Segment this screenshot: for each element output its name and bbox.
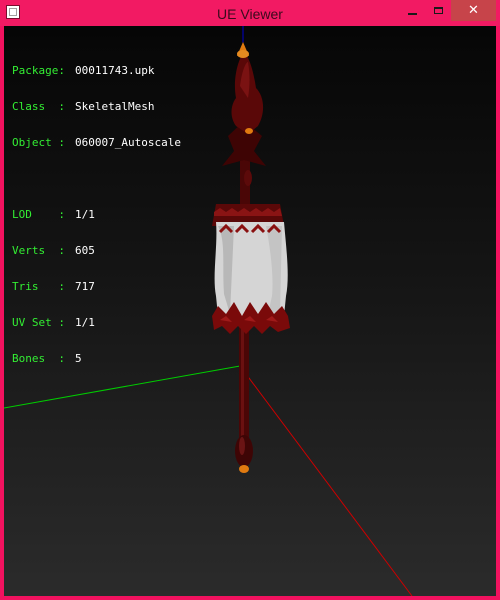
minimize-button[interactable] (399, 0, 425, 21)
info-row-tris: Tris : 717 (12, 281, 181, 293)
minimize-icon (407, 12, 417, 15)
mesh-model (212, 42, 290, 473)
mesh-info-overlay: Package: 00011743.upk Class : SkeletalMesh… (12, 41, 181, 389)
info-row-bones: Bones : 5 (12, 353, 181, 365)
info-row-class: Class : SkeletalMesh (12, 101, 181, 113)
info-label: LOD : (12, 208, 65, 221)
mesh-bottom-tip (239, 465, 249, 473)
info-row-verts: Verts : 605 (12, 245, 181, 257)
info-row-lod: LOD : 1/1 (12, 209, 181, 221)
axis-y-line (239, 365, 413, 596)
close-button[interactable]: ✕ (451, 0, 496, 21)
close-icon: ✕ (468, 3, 479, 18)
3d-viewport[interactable]: Package: 00011743.upk Class : SkeletalMesh… (4, 26, 496, 596)
info-value: 717 (75, 280, 95, 293)
app-window: UE Viewer ✕ Package: 00011743.upk Class … (0, 0, 500, 600)
info-value: 060007_Autoscale (75, 136, 181, 149)
info-value: SkeletalMesh (75, 100, 155, 113)
mesh-head-dot (245, 128, 253, 134)
info-label: Bones : (12, 352, 65, 365)
info-label: Verts : (12, 244, 65, 257)
title-bar[interactable]: UE Viewer ✕ (0, 0, 500, 26)
maximize-icon (433, 7, 443, 14)
info-label: Object : (12, 136, 65, 149)
info-row-uvset: UV Set : 1/1 (12, 317, 181, 329)
info-value: 1/1 (75, 316, 95, 329)
maximize-button[interactable] (425, 0, 451, 21)
info-value: 1/1 (75, 208, 95, 221)
info-value: 605 (75, 244, 95, 257)
info-label: UV Set : (12, 316, 65, 329)
info-label: Tris : (12, 280, 65, 293)
info-row-package: Package: 00011743.upk (12, 65, 181, 77)
info-label: Package: (12, 64, 65, 77)
info-value: 5 (75, 352, 82, 365)
info-row-object: Object : 060007_Autoscale (12, 137, 181, 149)
info-value: 00011743.upk (75, 64, 155, 77)
info-label: Class : (12, 100, 65, 113)
